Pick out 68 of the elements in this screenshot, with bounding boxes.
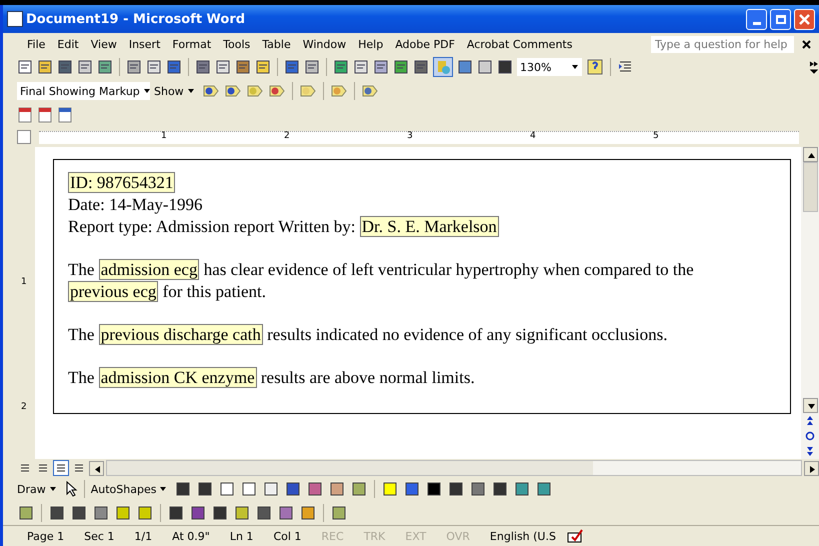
menu-item[interactable]: View [84,38,123,50]
menu-item[interactable]: Table [256,38,297,50]
circle-icon[interactable] [805,431,815,441]
menu-item[interactable]: Tools [217,38,256,50]
menu-item[interactable]: Help [352,38,390,50]
ruler-number: 4 [530,130,536,140]
ruler-number: 1 [161,130,167,140]
window-title: Document19 - Microsoft Word [26,12,246,26]
ruler-number: 2 [284,130,290,140]
help-icon[interactable] [586,58,604,76]
spelling-book-icon[interactable] [566,529,584,543]
maximize-button[interactable] [770,8,791,30]
ruler-number: 1 [21,277,27,287]
menu-item[interactable]: Window [296,38,352,50]
status-field: OVR [436,530,480,542]
status-field: Ln 1 [220,530,264,542]
minimize-button[interactable] [746,8,767,30]
view-icon[interactable] [38,463,48,473]
status-field: Sec 1 [74,530,124,542]
ruler-number: 2 [21,402,27,412]
draw-menu-button[interactable]: Draw [17,482,60,496]
pointer-icon[interactable] [64,481,78,497]
status-field: Page 1 [17,530,74,542]
zoom-dropdown[interactable]: 130% [517,58,582,76]
help-search-field[interactable]: Type a question for help [651,36,794,52]
close-document-icon[interactable] [802,40,811,48]
paragraph: ID: 987654321 [68,172,176,194]
view-icon[interactable] [74,463,84,473]
scrollbar-thumb[interactable] [802,162,818,212]
menu-item[interactable]: File [21,38,52,50]
menu-item[interactable]: Edit [51,38,85,50]
status-field: REC [311,530,354,542]
view-icon[interactable] [56,463,66,473]
ruler-number: 3 [407,130,413,140]
ruler-number: 5 [653,130,659,140]
scroll-up-button[interactable] [802,147,818,162]
paragraph: Report type: Admission report Written by: Dr. S. E. Markelson [68,216,500,238]
status-field: Col 1 [263,530,312,542]
close-button[interactable] [794,8,815,30]
menu-item[interactable]: Adobe PDF [389,38,461,50]
paragraph: The admission CK enzyme results are above normal limits. [68,367,476,389]
status-field: 1/1 [124,530,162,542]
view-button[interactable] [53,460,69,476]
view-icon[interactable] [20,463,30,473]
menu-item[interactable]: Format [166,38,218,50]
status-field: English (U.S [480,530,566,542]
scroll-right-button[interactable] [804,460,819,476]
close-icon[interactable] [798,12,811,26]
vertical-scrollbar[interactable] [801,147,819,459]
status-field: TRK [354,530,396,542]
menu-item[interactable]: Insert [122,38,166,50]
paragraph: The admission ecg has clear evidence of left ventricular hypertrophy when compared to the previous ecg for this patient. [68,259,695,303]
status-field: EXT [395,530,436,542]
overflow-chevron-icon[interactable] [809,60,819,74]
tab-selector-icon[interactable] [17,130,31,144]
status-field: At 0.9" [162,530,220,542]
show-menu-button[interactable]: Show [154,84,198,98]
double-up-arrow-icon[interactable] [805,415,815,427]
menu-item[interactable]: Acrobat Comments [460,38,578,50]
autoshapes-menu-button[interactable]: AutoShapes [90,482,170,496]
paragraph: Date: 14-May-1996 [68,194,204,216]
paragraph: The previous discharge cath results indicated no evidence of any significant occlusions. [68,324,668,346]
drawing-toggle-button[interactable] [433,57,453,77]
double-down-arrow-icon[interactable] [805,445,815,457]
markup-display-dropdown[interactable]: Final Showing Markup [17,82,150,100]
scroll-down-button[interactable] [802,398,818,413]
horizontal-scrollbar[interactable] [106,460,802,476]
scroll-left-button[interactable] [89,460,104,476]
